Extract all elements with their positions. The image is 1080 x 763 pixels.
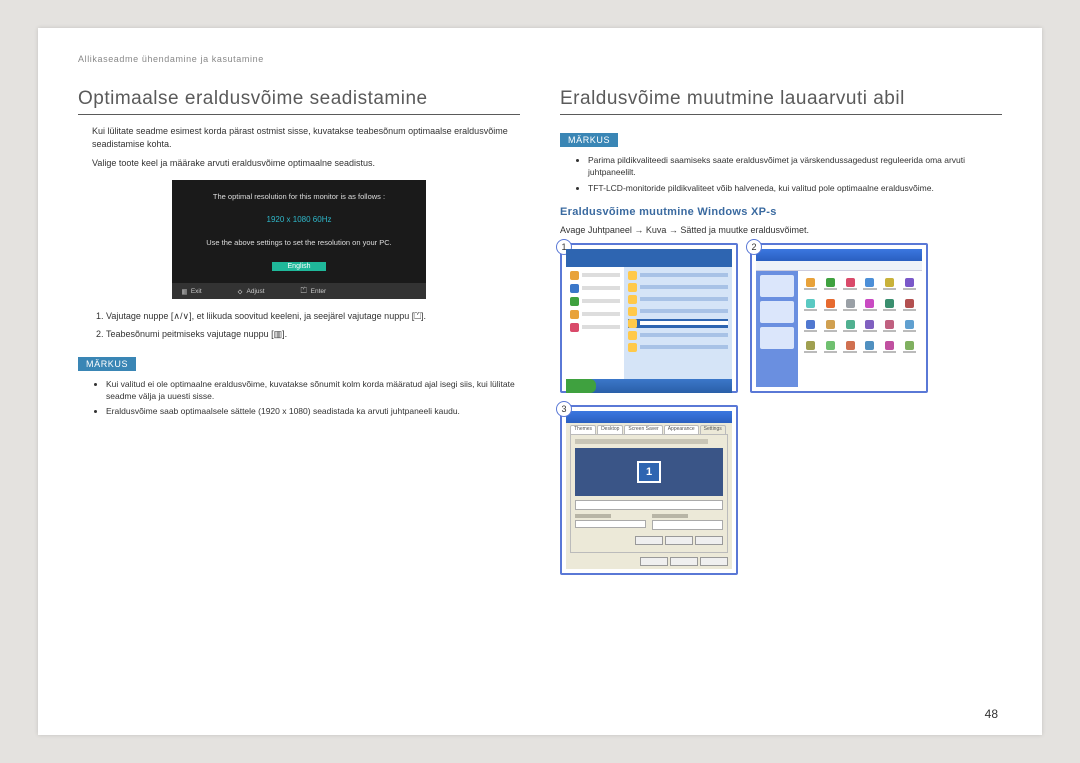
monitor-preview: 1	[575, 448, 723, 496]
color-quality-group	[652, 514, 723, 530]
window-toolbar	[756, 261, 922, 271]
resolution-slider	[575, 520, 646, 528]
start-menu-header	[566, 249, 732, 267]
start-menu-right-pane	[624, 267, 732, 379]
note-left-1: Kui valitud ei ole optimaalne eraldusvõi…	[106, 378, 520, 403]
control-panel-item	[881, 296, 898, 314]
enter-icon: ⏍	[301, 286, 307, 296]
manual-page: Allikaseadme ühendamine ja kasutamine Op…	[38, 28, 1042, 735]
running-header: Allikaseadme ühendamine ja kasutamine	[78, 54, 1002, 64]
screenshot-1-start-menu: 1	[560, 243, 738, 393]
badge-3: 3	[556, 401, 572, 417]
osd-enter: ⏍Enter	[301, 286, 327, 296]
osd-adjust: ◇Adjust	[238, 286, 265, 296]
control-panel-window	[756, 249, 922, 387]
control-panel-icon-grid	[798, 271, 922, 387]
control-panel-item	[802, 338, 819, 356]
dialog-tab: Settings	[700, 425, 726, 434]
control-panel-item	[862, 338, 879, 356]
right-column: Eraldusvõime muutmine lauaarvuti abil MÄ…	[560, 88, 1002, 575]
osd-screenshot: The optimal resolution for this monitor …	[78, 180, 520, 299]
dialog-tabs: ThemesDesktopScreen SaverAppearanceSetti…	[566, 423, 732, 434]
control-panel-item	[862, 317, 879, 335]
osd-exit: ▥Exit	[182, 286, 202, 296]
osd-button-bar: ▥Exit ◇Adjust ⏍Enter	[172, 283, 426, 299]
dialog-tab: Appearance	[664, 425, 699, 434]
step-2: Teabesõnumi peitmiseks vajutage nuppu [▥…	[106, 327, 520, 342]
control-panel-item	[881, 275, 898, 293]
osd-resolution: 1920 x 1080 60Hz	[182, 215, 416, 224]
control-panel-sidebar	[756, 271, 798, 387]
control-panel-item	[901, 275, 918, 293]
monitor-number-icon: 1	[637, 461, 661, 483]
screenshot-2-control-panel: 2	[750, 243, 928, 393]
note-left-2: Eraldusvõime saab optimaalsele sättele (…	[106, 405, 520, 417]
note-bullets-left: Kui valitud ei ole optimaalne eraldusvõi…	[106, 378, 520, 418]
note-right-1: Parima pildikvaliteedi saamiseks saate e…	[588, 154, 1002, 179]
osd-line-1: The optimal resolution for this monitor …	[182, 192, 416, 201]
dialog-tab: Desktop	[597, 425, 623, 434]
dialog-description	[575, 439, 708, 444]
screenshot-group: 1	[560, 243, 1002, 575]
badge-2: 2	[746, 239, 762, 255]
left-column: Optimaalse eraldusvõime seadistamine Kui…	[78, 88, 520, 575]
display-properties-dialog: ThemesDesktopScreen SaverAppearanceSetti…	[566, 411, 732, 569]
note-label-left: MÄRKUS	[78, 357, 136, 371]
control-panel-item	[802, 317, 819, 335]
subsection-title: Eraldusvõime muutmine Windows XP-s	[560, 206, 1002, 218]
osd-line-2: Use the above settings to set the resolu…	[182, 238, 416, 247]
control-panel-item	[862, 275, 879, 293]
step-1: Vajutage nuppe [∧/∨], et liikuda soovitu…	[106, 309, 520, 324]
control-panel-item	[862, 296, 879, 314]
control-panel-item	[842, 296, 859, 314]
control-panel-item	[842, 338, 859, 356]
steps-list: Vajutage nuppe [∧/∨], et liikuda soovitu…	[106, 309, 520, 343]
control-panel-item	[822, 338, 839, 356]
updown-icon: ◇	[238, 287, 243, 296]
note-label-right: MÄRKUS	[560, 133, 618, 147]
osd-panel: The optimal resolution for this monitor …	[172, 180, 426, 299]
control-panel-item	[822, 317, 839, 335]
display-dropdown	[575, 500, 723, 510]
control-panel-item	[822, 275, 839, 293]
dialog-tab: Themes	[570, 425, 596, 434]
control-panel-item	[901, 317, 918, 335]
color-dropdown	[652, 520, 723, 530]
taskbar	[566, 379, 732, 393]
start-button	[566, 379, 596, 393]
dialog-mid-buttons	[575, 536, 723, 545]
control-panel-item	[842, 317, 859, 335]
subsection-paragraph: Avage Juhtpaneel → Kuva → Sätted ja muut…	[560, 224, 1002, 237]
note-right-2: TFT-LCD-monitoride pildikvaliteet võib h…	[588, 182, 1002, 194]
window-titlebar	[756, 249, 922, 261]
control-panel-item	[901, 296, 918, 314]
osd-language-pill: English	[272, 262, 327, 271]
section-title-left: Optimaalse eraldusvõime seadistamine	[78, 88, 520, 115]
section-title-right: Eraldusvõime muutmine lauaarvuti abil	[560, 88, 1002, 115]
note-bullets-right: Parima pildikvaliteedi saamiseks saate e…	[588, 154, 1002, 194]
control-panel-item	[802, 275, 819, 293]
menu-icon: ▥	[182, 287, 187, 296]
page-number: 48	[985, 707, 998, 721]
resolution-group	[575, 514, 646, 530]
control-panel-item	[881, 317, 898, 335]
xp-desktop	[566, 249, 732, 387]
two-column-layout: Optimaalse eraldusvõime seadistamine Kui…	[78, 88, 1002, 575]
control-panel-item	[881, 338, 898, 356]
start-menu-control-panel-item	[628, 319, 728, 328]
dialog-tab: Screen Saver	[624, 425, 662, 434]
dialog-titlebar	[566, 411, 732, 423]
start-menu-left-pane	[566, 267, 624, 379]
control-panel-item	[822, 296, 839, 314]
intro-paragraph-2: Valige toote keel ja määrake arvuti eral…	[92, 157, 520, 170]
intro-paragraph-1: Kui lülitate seadme esimest korda pärast…	[92, 125, 520, 151]
control-panel-item	[901, 338, 918, 356]
dialog-bottom-buttons	[566, 555, 732, 569]
control-panel-item	[802, 296, 819, 314]
control-panel-item	[842, 275, 859, 293]
screenshot-3-display-properties: 3 ThemesDesktopScreen SaverAppearanceSet…	[560, 405, 738, 575]
